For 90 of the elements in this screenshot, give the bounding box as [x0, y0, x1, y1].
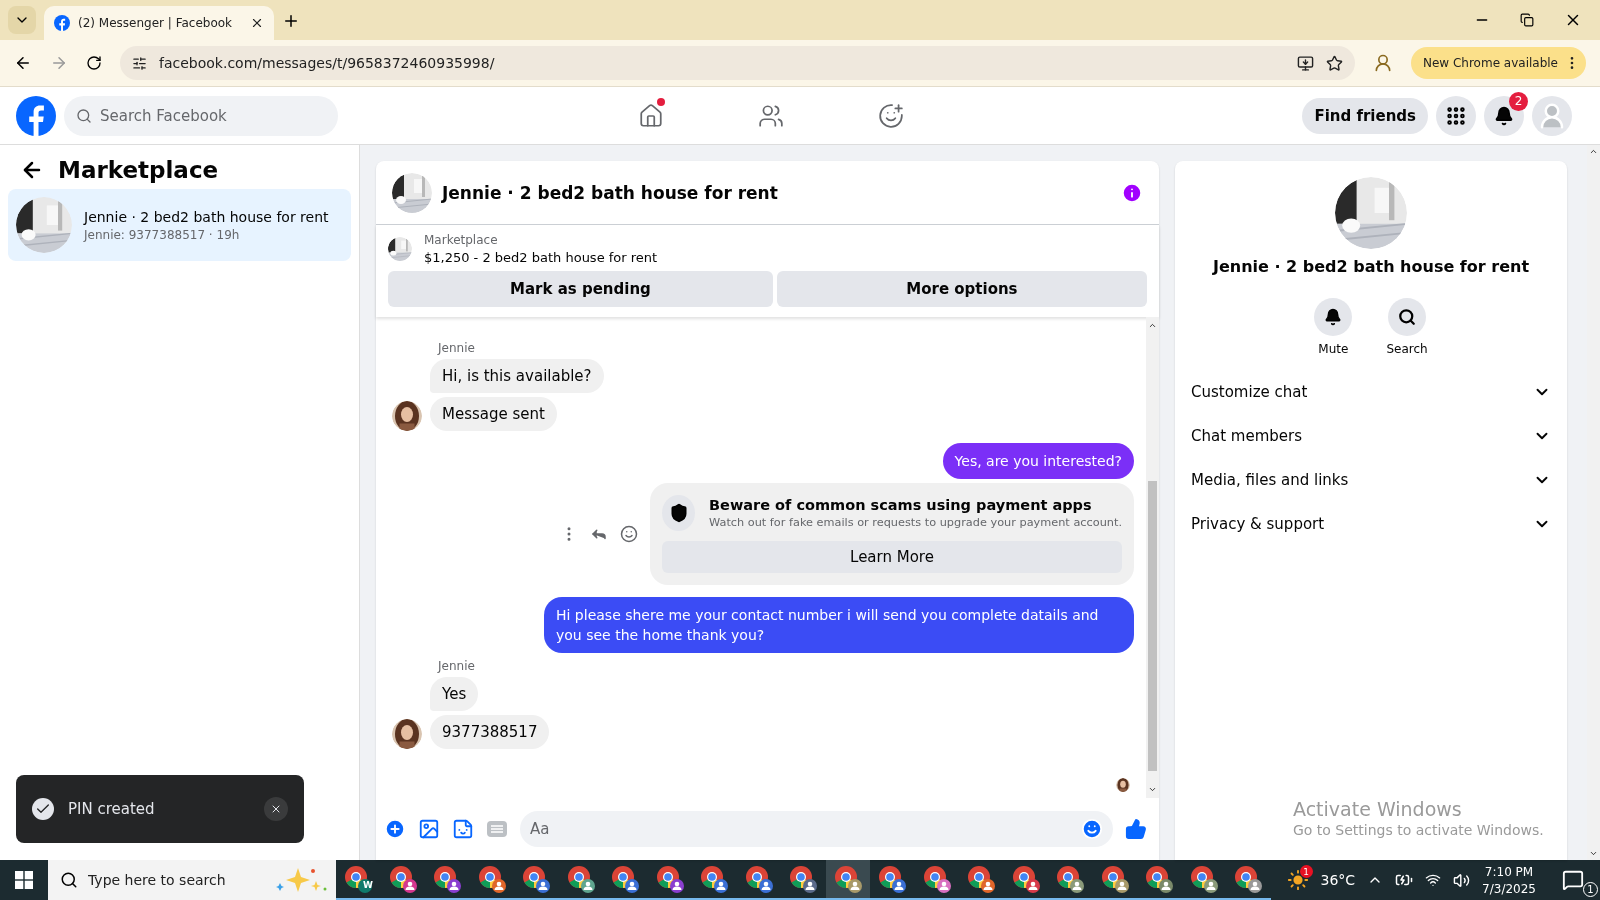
new-tab-icon[interactable] — [282, 12, 300, 30]
install-icon[interactable] — [1296, 54, 1314, 72]
weather-icon[interactable] — [1286, 869, 1309, 891]
notification-dot — [657, 98, 665, 106]
site-settings-icon[interactable] — [132, 55, 147, 71]
wifi-icon[interactable] — [1425, 872, 1442, 888]
bookmark-icon[interactable] — [1325, 54, 1343, 72]
incoming-message: 9377388517 — [430, 715, 550, 749]
react-icon[interactable] — [620, 525, 638, 543]
find-friends-button[interactable]: Find friends — [1302, 97, 1428, 134]
check-icon — [32, 798, 54, 820]
notification-badge: 2 — [1509, 91, 1528, 111]
warning-text: Watch out for fake emails or requests to upgrade your payment account. — [709, 516, 1122, 529]
temperature: 36°C — [1320, 872, 1356, 888]
scroll-up-icon[interactable] — [1148, 321, 1157, 330]
incoming-message: Hi, is this available? — [430, 359, 604, 393]
bell-icon — [1324, 308, 1343, 326]
conversation-item[interactable]: Jennie · 2 bed2 bath house for rent Jennie: 9377388517 · 19h — [8, 189, 351, 261]
browser-tab[interactable]: (2) Messenger | Facebook — [44, 6, 274, 40]
action-button[interactable] — [1388, 298, 1426, 336]
close-icon[interactable] — [250, 16, 264, 30]
like-icon[interactable] — [1125, 818, 1147, 840]
message-input[interactable]: Aa — [520, 811, 1113, 847]
group-icon — [878, 103, 904, 129]
bell-icon — [1494, 105, 1514, 126]
warning-title: Beware of common scams using payment apps — [709, 497, 1093, 513]
windows-logo — [15, 871, 33, 889]
scrollbar[interactable] — [1146, 317, 1159, 798]
taskbar-search-field[interactable]: Type here to search — [48, 860, 336, 900]
address-bar[interactable]: facebook.com/messages/t/9658372460935998/ — [120, 46, 1355, 80]
scroll-up-icon[interactable] — [1589, 147, 1598, 156]
weather-badge: 1 — [1299, 865, 1313, 878]
chat-title: Jennie · 2 bed2 bath house for rent — [442, 182, 779, 203]
sender-name: Jennie — [438, 659, 476, 673]
incoming-message: Yes — [430, 677, 479, 711]
scrollbar[interactable] — [1587, 145, 1600, 860]
details-section[interactable]: Chat members — [1191, 414, 1551, 458]
activation-text: Go to Settings to activate Windows. — [1293, 822, 1544, 838]
clock[interactable]: 7:10 PM 7/3/2025 — [1482, 864, 1536, 896]
facebook-logo[interactable] — [16, 95, 56, 136]
browser-taskbar-icon[interactable] — [825, 860, 870, 900]
restore-icon[interactable] — [1520, 13, 1534, 27]
photo-icon[interactable] — [418, 818, 440, 840]
info-icon[interactable] — [1121, 181, 1143, 204]
incoming-message: Message sent — [430, 397, 557, 431]
outgoing-message: Yes, are you interested? — [942, 443, 1134, 479]
action-button[interactable] — [1314, 298, 1353, 336]
menu-button[interactable] — [1436, 95, 1476, 136]
search-icon — [76, 107, 92, 124]
notification-count: 1 — [1583, 882, 1598, 897]
back-icon[interactable] — [14, 54, 32, 72]
details-section[interactable]: Privacy & support — [1191, 502, 1551, 546]
search-icon — [60, 871, 78, 889]
profile-icon[interactable] — [1372, 53, 1393, 73]
outgoing-message: Hi please shere me your contact number i will send you complete datails and you see the home thank you? — [544, 597, 1134, 653]
details-title: Jennie · 2 bed2 bath house for rent — [1212, 257, 1530, 276]
listing-action-button[interactable]: Mark as pending — [388, 271, 773, 307]
activation-title: Activate Windows — [1293, 798, 1463, 820]
listing-action-button[interactable]: More options — [776, 271, 1147, 307]
toast: PIN created — [16, 775, 304, 843]
listing-label: Marketplace — [424, 233, 499, 247]
learn-more-button[interactable]: Learn More — [662, 541, 1122, 573]
conversation-title: Jennie · 2 bed2 bath house for rent — [84, 208, 329, 225]
update-button[interactable]: New Chrome available — [1410, 47, 1586, 79]
details-section[interactable]: Customize chat — [1191, 370, 1551, 414]
emoji-icon[interactable] — [1081, 818, 1103, 840]
search-icon — [1398, 308, 1416, 326]
facebook-icon — [54, 15, 70, 31]
volume-icon[interactable] — [1453, 871, 1471, 889]
profile-initial: W — [362, 879, 374, 892]
details-section[interactable]: Media, files and links — [1191, 458, 1551, 502]
close-button[interactable] — [264, 797, 288, 821]
tab-list-button[interactable] — [8, 6, 36, 34]
reload-icon[interactable] — [86, 55, 102, 71]
search-field[interactable]: Search Facebook — [64, 95, 338, 136]
sidebar-title: Marketplace — [58, 157, 219, 183]
add-icon[interactable] — [384, 818, 406, 840]
notification-center-icon[interactable] — [1562, 869, 1584, 891]
sender-name: Jennie — [438, 341, 476, 355]
action-label: Search — [1386, 342, 1428, 356]
action-label: Mute — [1318, 342, 1349, 356]
listing-price: $1,250 - 2 bed2 bath house for rent — [424, 250, 658, 265]
sticker-icon[interactable] — [452, 818, 474, 840]
scroll-down-icon[interactable] — [1148, 785, 1157, 794]
grid-icon — [1445, 104, 1467, 127]
forward-icon[interactable] — [50, 54, 68, 72]
conversation-preview: Jennie: 9377388517 · 19h — [84, 227, 241, 242]
scroll-down-icon[interactable] — [1589, 849, 1598, 858]
home-icon — [638, 103, 664, 129]
people-icon — [758, 103, 784, 129]
